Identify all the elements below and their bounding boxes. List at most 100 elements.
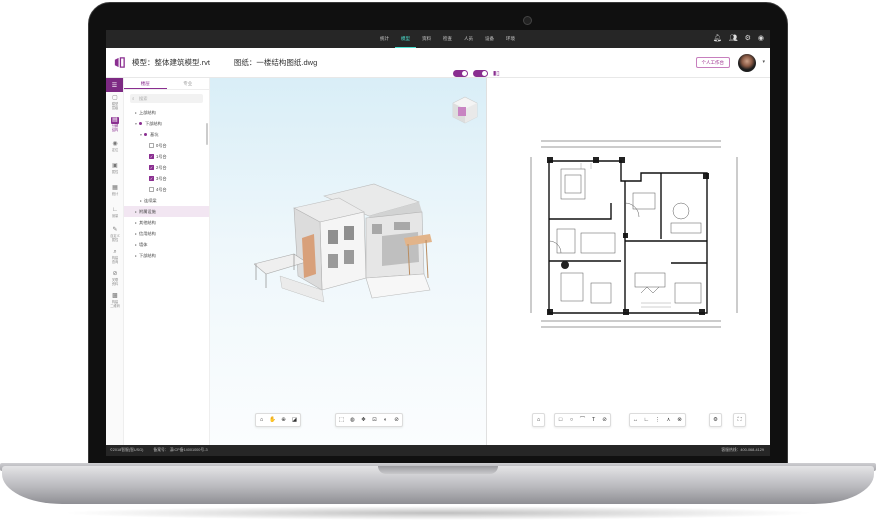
tree-node-label: 3号台 bbox=[156, 175, 167, 181]
nav-link-6[interactable]: 环境 bbox=[500, 30, 521, 48]
chevron-down-icon[interactable]: ▾ bbox=[762, 59, 765, 65]
tree-node[interactable]: ▸ 其他结构 bbox=[124, 217, 209, 228]
drawing-viewer-2d[interactable]: ⌂ □ ○ ⌒ T ⊘ ↔ ∟ ⋮ ⋏ ⊗ ⚙ ⛶ bbox=[486, 78, 770, 445]
rail-item-3[interactable]: ▣ 属性 bbox=[106, 158, 124, 180]
rail-item-5[interactable]: ∟ 测量 bbox=[106, 202, 124, 224]
checkbox[interactable] bbox=[149, 143, 154, 148]
account-icon[interactable]: ◉ bbox=[758, 34, 764, 44]
tree-node[interactable]: 4号台 bbox=[124, 184, 209, 195]
building-model bbox=[254, 183, 432, 303]
tree-node-label: 上部结构 bbox=[139, 109, 156, 115]
rail-item-9[interactable]: ▩ 构建 二维码 bbox=[106, 290, 124, 312]
menu-icon[interactable]: ☰ bbox=[106, 78, 123, 92]
rail-item-4[interactable]: ▦ 统计 bbox=[106, 180, 124, 202]
toggle-3d[interactable] bbox=[453, 70, 468, 77]
tree-node[interactable]: 0号台 bbox=[124, 140, 209, 151]
rail-item-6[interactable]: ✎ 自定义 属性 bbox=[106, 224, 124, 246]
tree-nodes: ▸ 上部结构 ▾ 下部结构 ▾ 基坑 0号台 ✓ 1号台 ✓ 2号台 ✓ 3号台 4号台 ▸ 连续梁 ▸ 附属设施… bbox=[124, 107, 209, 261]
tree-node[interactable]: ▸ 下部结构 bbox=[124, 250, 209, 261]
tree-node-label: 0号台 bbox=[156, 142, 167, 148]
footer-hotline: 客服热线：400-068-4129 bbox=[721, 448, 764, 452]
toggle-2d[interactable] bbox=[473, 70, 488, 77]
fullscreen-icon[interactable]: ⛶ bbox=[734, 414, 745, 426]
rail-item-1[interactable]: ▤ 分解 结构 bbox=[106, 114, 124, 136]
hide-icon[interactable]: ⊘ bbox=[599, 414, 610, 426]
select-icon[interactable]: ⬚ bbox=[336, 414, 347, 426]
hide-icon[interactable]: ⊘ bbox=[391, 414, 402, 426]
pan-hand-icon[interactable]: ✋ bbox=[267, 414, 278, 426]
tree-search-input[interactable]: ⌕ 搜索 bbox=[130, 94, 203, 103]
nav-links: 统计 模型 资料 检查 人员 设备 环境 bbox=[374, 30, 521, 48]
top-nav: 统计 模型 资料 检查 人员 设备 环境 🔔︎ 👥︎ ⚙ ◉ bbox=[106, 30, 770, 48]
tree-node[interactable]: ▸ 信用结构 bbox=[124, 228, 209, 239]
tree-scrollbar[interactable] bbox=[206, 123, 208, 145]
workbench-button[interactable]: 个人工作台 bbox=[695, 57, 730, 68]
ellipse-icon[interactable]: ○ bbox=[566, 414, 577, 426]
settings-icon[interactable]: ⚙ bbox=[710, 414, 721, 426]
users-icon[interactable]: 👥︎ bbox=[729, 34, 738, 44]
tree-node-label: 基坑 bbox=[150, 131, 159, 137]
home-icon[interactable]: ⌂ bbox=[256, 414, 267, 426]
tree-node[interactable]: ▾ 基坑 bbox=[124, 129, 209, 140]
model-viewer-3d[interactable]: ▮▯ ⌂ ✋ ⊕ ◪ ⬚ ◍ ❖ ⊡ ◐ ⊘ bbox=[210, 70, 500, 445]
checkbox[interactable] bbox=[149, 187, 154, 192]
nav-link-4[interactable]: 人员 bbox=[458, 30, 479, 48]
polyline-icon[interactable]: ⌒ bbox=[577, 414, 588, 426]
checkbox[interactable]: ✓ bbox=[149, 154, 154, 159]
drawing-label[interactable]: 图纸：一楼结构图纸.dwg bbox=[234, 57, 317, 68]
tree-node-label: 4号台 bbox=[156, 186, 167, 192]
tree-tab-1[interactable]: 专业 bbox=[167, 78, 210, 89]
text-icon[interactable]: T bbox=[588, 414, 599, 426]
dim-linear-icon[interactable]: ↔ bbox=[630, 414, 641, 426]
tree-node[interactable]: ✓ 2号台 bbox=[124, 162, 209, 173]
footer-icp[interactable]: 滇ICP备14001000号-3 bbox=[170, 448, 208, 453]
2d-toolbar-home: ⌂ bbox=[532, 413, 545, 427]
dim-angle-icon[interactable]: ∟ bbox=[641, 414, 652, 426]
rail-item-label: 测量 bbox=[111, 214, 119, 219]
footer-copyright: ©2018智服(智USG) bbox=[110, 448, 144, 452]
tree-node[interactable]: ▸ 连续梁 bbox=[124, 195, 209, 206]
nav-link-2[interactable]: 资料 bbox=[416, 30, 437, 48]
rail-item-7[interactable]: ⌕ 构建 查询 bbox=[106, 246, 124, 268]
tree-node[interactable]: ✓ 3号台 bbox=[124, 173, 209, 184]
nav-link-1[interactable]: 模型 bbox=[395, 30, 416, 48]
nav-link-3[interactable]: 检查 bbox=[437, 30, 458, 48]
search-placeholder: 搜索 bbox=[139, 96, 148, 101]
model-label[interactable]: 模型：整体建筑模型.rvt bbox=[132, 57, 210, 68]
dim-clear-icon[interactable]: ⊗ bbox=[674, 414, 685, 426]
tree-tab-0[interactable]: 楼层 bbox=[124, 78, 167, 89]
gear-icon[interactable]: ⚙ bbox=[745, 34, 751, 44]
checkbox[interactable]: ✓ bbox=[149, 176, 154, 181]
measure-icon[interactable]: ⊡ bbox=[369, 414, 380, 426]
checkbox[interactable]: ✓ bbox=[149, 165, 154, 170]
view-cube-icon[interactable] bbox=[452, 96, 478, 124]
2d-toolbar-markup: □ ○ ⌒ T ⊘ bbox=[554, 413, 611, 427]
zoom-icon[interactable]: ⊕ bbox=[278, 414, 289, 426]
avatar[interactable] bbox=[738, 54, 756, 72]
camera-icon bbox=[523, 16, 532, 25]
bell-icon[interactable]: 🔔︎ bbox=[713, 34, 722, 44]
tree-node[interactable]: ▸ 墙体 bbox=[124, 239, 209, 250]
tree-node[interactable]: ▸ 附属设施 bbox=[124, 206, 209, 217]
nav-link-5[interactable]: 设备 bbox=[479, 30, 500, 48]
rail-item-0[interactable]: ▢ 模型 层级 bbox=[106, 92, 124, 114]
nav-link-0[interactable]: 统计 bbox=[374, 30, 395, 48]
rail-item-label: 模型 层级 bbox=[111, 102, 119, 110]
tree-node[interactable]: ▸ 上部结构 bbox=[124, 107, 209, 118]
render-icon[interactable]: ◐ bbox=[380, 414, 391, 426]
rail-item-label: 定位 bbox=[111, 148, 119, 153]
dim-arc-icon[interactable]: ⋏ bbox=[663, 414, 674, 426]
dim-radius-icon[interactable]: ⋮ bbox=[652, 414, 663, 426]
tree-node-label: 1号台 bbox=[156, 153, 167, 159]
explode-icon[interactable]: ❖ bbox=[358, 414, 369, 426]
structure-tree-panel: 楼层 专业 ⌕ 搜索 ▸ 上部结构 ▾ 下部结构 ▾ 基坑 0号台 ✓ 1号台 ✓ 2号台 ✓ 3号台 4号… bbox=[124, 78, 210, 445]
fit-icon[interactable]: ◪ bbox=[289, 414, 300, 426]
section-icon[interactable]: ◍ bbox=[347, 414, 358, 426]
rail-item-8[interactable]: ⊘ 关联 资料 bbox=[106, 268, 124, 290]
tree-node[interactable]: ▾ 下部结构 bbox=[124, 118, 209, 129]
split-view-icon[interactable]: ▮▯ bbox=[493, 70, 500, 77]
rect-icon[interactable]: □ bbox=[555, 414, 566, 426]
tree-node[interactable]: ✓ 1号台 bbox=[124, 151, 209, 162]
home-icon[interactable]: ⌂ bbox=[533, 414, 544, 426]
rail-item-2[interactable]: ◉ 定位 bbox=[106, 136, 124, 158]
